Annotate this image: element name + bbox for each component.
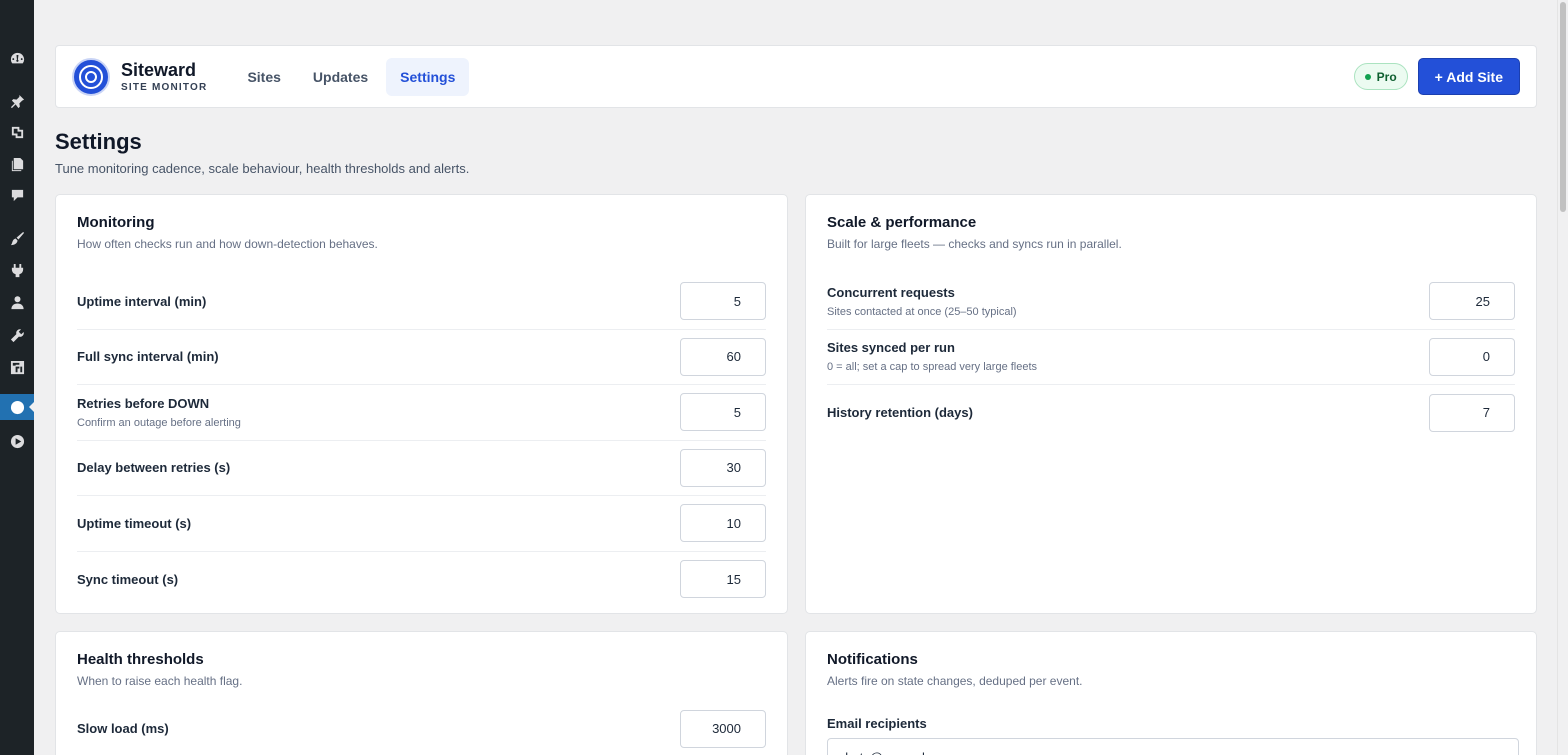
setting-number-input[interactable] xyxy=(1429,282,1515,321)
media-icon[interactable] xyxy=(0,119,34,145)
card-title: Health thresholds xyxy=(77,651,204,668)
appearance-icon[interactable] xyxy=(0,225,34,251)
tab-updates[interactable]: Updates xyxy=(299,58,382,96)
setting-number-input[interactable] xyxy=(680,282,766,321)
tab-settings[interactable]: Settings xyxy=(386,57,470,96)
pin-icon[interactable] xyxy=(0,88,34,114)
setting-label: Delay between retries (s) xyxy=(77,460,231,476)
page-title: Settings xyxy=(55,129,142,154)
scale-rows: Concurrent requests Sites contacted at on… xyxy=(827,274,1515,441)
setting-number-input[interactable] xyxy=(1429,337,1515,376)
page-description: Tune monitoring cadence, scale behaviour… xyxy=(55,161,470,176)
setting-number-input[interactable] xyxy=(680,393,766,432)
setting-hint: Confirm an outage before alerting xyxy=(77,416,241,429)
users-icon[interactable] xyxy=(0,289,34,315)
setting-label: Slow load (ms) xyxy=(77,721,169,737)
monitoring-rows: Uptime interval (min) Full sync interval … xyxy=(77,274,766,607)
setting-row: Retries before DOWN Confirm an outage bef… xyxy=(77,385,766,441)
setting-row: Delay between retries (s) xyxy=(77,441,766,496)
setting-row: Full sync interval (min) xyxy=(77,330,766,385)
pro-badge-label: Pro xyxy=(1376,69,1397,84)
pages-icon[interactable] xyxy=(0,151,34,177)
setting-row: History retention (days) xyxy=(827,385,1515,441)
setting-label: Concurrent requests xyxy=(827,284,955,300)
scrollbar-thumb[interactable] xyxy=(1560,2,1566,212)
setting-row: Sites synced per run 0 = all; set a cap t… xyxy=(827,330,1515,385)
setting-hint: 0 = all; set a cap to spread very large … xyxy=(827,361,1038,374)
siteward-icon[interactable] xyxy=(0,394,34,420)
comments-icon[interactable] xyxy=(0,182,34,208)
app-header: Siteward SITE MONITOR Sites Updates Sett… xyxy=(55,45,1537,108)
setting-hint: Sites contacted at once (25–50 typical) xyxy=(827,305,1017,318)
status-dot-icon xyxy=(1364,73,1371,80)
setting-row: Concurrent requests Sites contacted at on… xyxy=(827,274,1515,330)
plugins-icon[interactable] xyxy=(0,257,34,283)
setting-number-input[interactable] xyxy=(680,709,766,748)
page-scrollbar[interactable] xyxy=(1557,0,1568,755)
monitoring-card: Monitoring How often checks run and how … xyxy=(55,194,788,614)
setting-label: Uptime interval (min) xyxy=(77,293,207,309)
card-description: When to raise each health flag. xyxy=(77,674,243,688)
health-card: Health thresholds When to raise each hea… xyxy=(55,631,788,755)
add-site-button[interactable]: + Add Site xyxy=(1417,58,1520,95)
setting-number-input[interactable] xyxy=(680,504,766,543)
tools-icon[interactable] xyxy=(0,322,34,348)
notifications-card: Notifications Alerts fire on state chang… xyxy=(805,631,1537,755)
setting-label: Sites synced per run xyxy=(827,340,955,356)
email-recipients-input[interactable] xyxy=(827,738,1519,755)
setting-label: Sync timeout (s) xyxy=(77,571,179,587)
setting-row: Sync timeout (s) xyxy=(77,552,766,608)
card-description: Alerts fire on state changes, deduped pe… xyxy=(827,674,1083,688)
setting-number-input[interactable] xyxy=(680,448,766,487)
setting-label: Retries before DOWN xyxy=(77,395,210,411)
scale-card: Scale & performance Built for large flee… xyxy=(805,194,1537,614)
card-title: Notifications xyxy=(827,651,918,668)
setting-number-input[interactable] xyxy=(680,337,766,376)
dashboard-icon[interactable] xyxy=(0,45,34,71)
tab-sites[interactable]: Sites xyxy=(233,58,294,96)
setting-row: Slow load (ms) xyxy=(77,701,766,755)
admin-sidebar xyxy=(0,0,34,755)
setting-number-input[interactable] xyxy=(1429,393,1515,432)
card-description: Built for large fleets — checks and sync… xyxy=(827,237,1122,251)
main-nav: Sites Updates Settings xyxy=(233,57,473,96)
card-title: Scale & performance xyxy=(827,214,977,231)
card-description: How often checks run and how down-detect… xyxy=(77,237,378,251)
card-title: Monitoring xyxy=(77,214,155,231)
setting-row: Uptime timeout (s) xyxy=(77,496,766,552)
brand-name: Siteward xyxy=(121,59,197,80)
brand-subtitle: SITE MONITOR xyxy=(121,81,208,93)
brand[interactable]: Siteward SITE MONITOR xyxy=(72,57,208,96)
play-icon[interactable] xyxy=(0,428,34,454)
email-recipients-label: Email recipients xyxy=(827,716,927,731)
setting-number-input[interactable] xyxy=(680,560,766,599)
setting-label: Full sync interval (min) xyxy=(77,349,219,365)
setting-row: Uptime interval (min) xyxy=(77,274,766,330)
health-rows: Slow load (ms) xyxy=(77,701,766,755)
setting-label: History retention (days) xyxy=(827,405,973,421)
pro-badge: Pro xyxy=(1353,63,1408,90)
setting-label: Uptime timeout (s) xyxy=(77,515,192,531)
siteward-logo-icon xyxy=(72,57,110,96)
settings-icon[interactable] xyxy=(0,354,34,380)
